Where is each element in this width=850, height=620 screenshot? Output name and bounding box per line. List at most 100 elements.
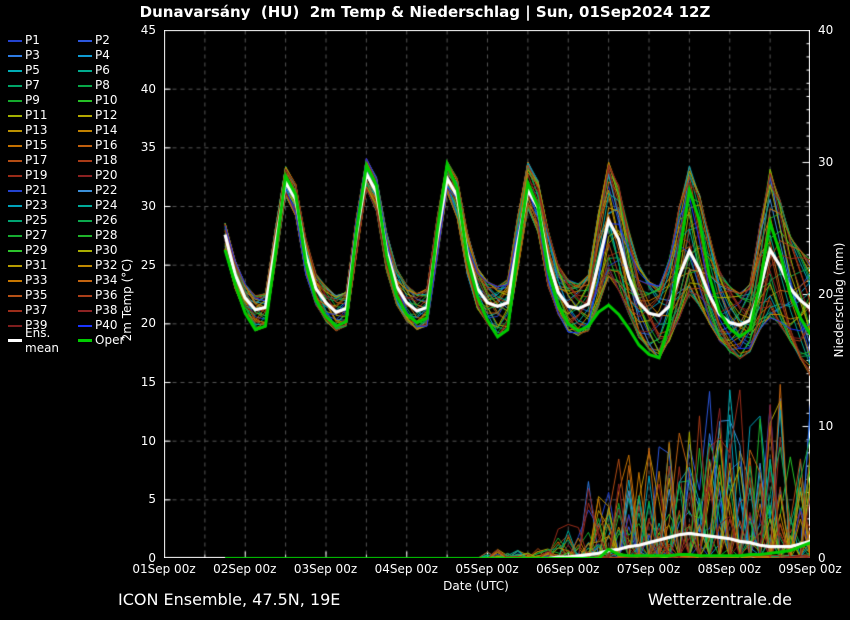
legend-label: P38 <box>95 303 118 318</box>
legend-label: P35 <box>25 288 48 303</box>
legend-line-swatch <box>8 115 22 117</box>
legend-label: P11 <box>25 108 48 123</box>
legend-line-swatch <box>78 145 92 147</box>
legend-line-swatch <box>8 190 22 192</box>
x-tick-label: 09Sep 00z <box>768 562 850 576</box>
y-right-tick-label: 20 <box>818 287 850 301</box>
legend-item-p15: P15 <box>8 138 78 153</box>
x-tick-label: 08Sep 00z <box>687 562 771 576</box>
legend-label: P26 <box>95 213 118 228</box>
legend-line-swatch <box>78 325 92 327</box>
legend-label: P18 <box>95 153 118 168</box>
legend-line-swatch <box>78 310 92 312</box>
legend-item-p35: P35 <box>8 288 78 303</box>
legend-label: P3 <box>25 48 40 63</box>
legend-line-swatch <box>78 235 92 237</box>
y-left-tick-label: 35 <box>122 140 156 154</box>
legend-line-swatch <box>78 130 92 132</box>
legend-line-swatch <box>8 100 22 102</box>
x-tick-label: 06Sep 00z <box>526 562 610 576</box>
y-left-tick-label: 15 <box>122 375 156 389</box>
legend-line-swatch <box>78 339 92 342</box>
legend-label: P19 <box>25 168 48 183</box>
legend-item-p21: P21 <box>8 183 78 198</box>
legend-line-swatch <box>78 100 92 102</box>
legend-item-ens-mean: Ens. mean <box>8 333 78 348</box>
legend-line-swatch <box>8 130 22 132</box>
legend-item-p6: P6 <box>78 63 148 78</box>
legend-line-swatch <box>8 220 22 222</box>
legend-label: P21 <box>25 183 48 198</box>
legend-label: P24 <box>95 198 118 213</box>
y-right-tick-label: 40 <box>818 23 850 37</box>
legend-label: P16 <box>95 138 118 153</box>
x-tick-label: 07Sep 00z <box>607 562 691 576</box>
legend-label: P36 <box>95 288 118 303</box>
y-left-tick-label: 40 <box>122 82 156 96</box>
legend-label: P14 <box>95 123 118 138</box>
model-info-text: ICON Ensemble, 47.5N, 19E <box>118 590 340 609</box>
legend-line-swatch <box>8 235 22 237</box>
legend-line-swatch <box>78 40 92 42</box>
legend-line-swatch <box>8 205 22 207</box>
legend-line-swatch <box>78 190 92 192</box>
legend-label: P25 <box>25 213 48 228</box>
legend-line-swatch <box>8 339 22 342</box>
legend-line-swatch <box>8 280 22 282</box>
legend-label: P32 <box>95 258 118 273</box>
ensemble-plume-canvas <box>164 30 810 558</box>
legend-label: P27 <box>25 228 48 243</box>
legend-label: P8 <box>95 78 110 93</box>
legend-line-swatch <box>8 250 22 252</box>
legend-item-p30: P30 <box>78 243 148 258</box>
legend-item-p33: P33 <box>8 273 78 288</box>
legend-item-oper: Oper <box>78 333 148 348</box>
legend-line-swatch <box>78 250 92 252</box>
y-left-tick-label: 10 <box>122 434 156 448</box>
legend-line-swatch <box>8 295 22 297</box>
site-credit-text: Wetterzentrale.de <box>630 590 792 609</box>
legend-item-p36: P36 <box>78 288 148 303</box>
legend-line-swatch <box>78 160 92 162</box>
legend-line-swatch <box>8 310 22 312</box>
x-tick-label: 03Sep 00z <box>284 562 368 576</box>
legend-label: P4 <box>95 48 110 63</box>
legend-line-swatch <box>8 145 22 147</box>
app: { "title": "Dunavarsány (HU) 2m Temp & N… <box>0 0 850 620</box>
legend-line-swatch <box>78 205 92 207</box>
legend-label: P6 <box>95 63 110 78</box>
legend-label: P12 <box>95 108 118 123</box>
legend-label: P31 <box>25 258 48 273</box>
legend-line-swatch <box>8 160 22 162</box>
x-tick-label: 05Sep 00z <box>445 562 529 576</box>
legend-line-swatch <box>78 115 92 117</box>
legend-label: P22 <box>95 183 118 198</box>
legend-label: P33 <box>25 273 48 288</box>
legend-line-swatch <box>8 70 22 72</box>
legend-label: P17 <box>25 153 48 168</box>
y-left-tick-label: 30 <box>122 199 156 213</box>
legend-label: P40 <box>95 318 118 333</box>
legend-label: P23 <box>25 198 48 213</box>
y-left-tick-label: 45 <box>122 23 156 37</box>
legend-item-p29: P29 <box>8 243 78 258</box>
legend-line-swatch <box>78 85 92 87</box>
legend-line-swatch <box>8 55 22 57</box>
y-right-tick-label: 10 <box>818 419 850 433</box>
legend-line-swatch <box>8 325 22 327</box>
legend-item-p5: P5 <box>8 63 78 78</box>
legend-line-swatch <box>78 55 92 57</box>
legend-item-p9: P9 <box>8 93 78 108</box>
legend-item-p22: P22 <box>78 183 148 198</box>
legend-item-p1: P1 <box>8 33 78 48</box>
legend-line-swatch <box>78 70 92 72</box>
legend-label: P29 <box>25 243 48 258</box>
legend-line-swatch <box>8 85 22 87</box>
legend-item-p17: P17 <box>8 153 78 168</box>
legend-item-p19: P19 <box>8 168 78 183</box>
legend-label: P9 <box>25 93 40 108</box>
legend-line-swatch <box>8 175 22 177</box>
y-left-tick-label: 5 <box>122 492 156 506</box>
legend-item-p25: P25 <box>8 213 78 228</box>
legend-label: P15 <box>25 138 48 153</box>
